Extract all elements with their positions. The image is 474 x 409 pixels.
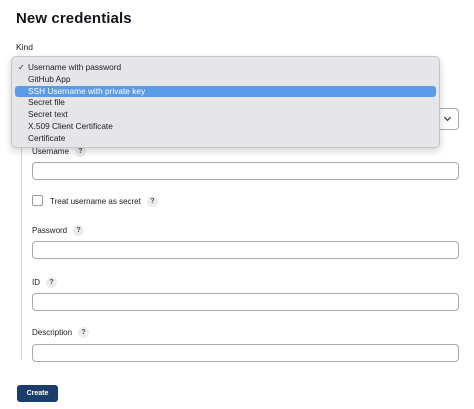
menu-item-label: Username with password (28, 62, 122, 72)
menu-item-label: Secret file (28, 97, 65, 108)
password-help-icon[interactable]: ? (73, 225, 85, 236)
password-label: Password ? (32, 225, 85, 236)
treat-secret-help-icon[interactable]: ? (146, 196, 158, 207)
menu-item-ssh-username-private-key[interactable]: SSH Username with private key (15, 85, 436, 98)
section-guide-line (21, 146, 22, 360)
menu-item-label: Certificate (28, 132, 66, 143)
id-label: ID ? (32, 277, 57, 288)
new-credentials-page: New credentials Kind Username ? Treat us… (0, 0, 474, 409)
password-input[interactable] (32, 241, 459, 259)
page-title: New credentials (16, 10, 132, 27)
menu-item-label: GitHub App (28, 73, 71, 84)
description-input[interactable] (32, 344, 459, 362)
treat-username-secret-checkbox[interactable] (32, 195, 43, 206)
description-label-text: Description (32, 328, 73, 337)
description-help-icon[interactable]: ? (78, 327, 90, 338)
id-input[interactable] (32, 293, 459, 311)
menu-item-label: Secret text (28, 109, 68, 120)
checkmark-icon: ✓ (18, 63, 25, 72)
menu-item-certificate[interactable]: Certificate (15, 133, 436, 145)
menu-item-x509-client-certificate[interactable]: X.509 Client Certificate (15, 121, 436, 133)
kind-dropdown-menu: ✓ Username with password GitHub App SSH … (11, 56, 440, 148)
menu-item-secret-text[interactable]: Secret text (15, 109, 436, 121)
menu-item-label: SSH Username with private key (28, 85, 146, 96)
password-label-text: Password (32, 226, 68, 235)
description-label: Description ? (32, 327, 90, 338)
kind-label: Kind (16, 42, 34, 52)
chevron-down-icon (443, 116, 452, 122)
menu-item-label: X.509 Client Certificate (28, 120, 113, 131)
id-help-icon[interactable]: ? (46, 277, 57, 288)
id-label-text: ID (32, 278, 40, 287)
treat-username-secret-text: Treat username as secret (50, 197, 141, 206)
menu-item-username-with-password[interactable]: ✓ Username with password (15, 62, 436, 74)
username-input[interactable] (32, 162, 459, 180)
treat-username-secret-label: Treat username as secret ? (50, 196, 158, 207)
create-button[interactable]: Create (17, 385, 58, 402)
menu-item-secret-file[interactable]: Secret file (15, 97, 436, 109)
username-label-text: Username (32, 147, 69, 156)
menu-item-github-app[interactable]: GitHub App (15, 74, 436, 86)
